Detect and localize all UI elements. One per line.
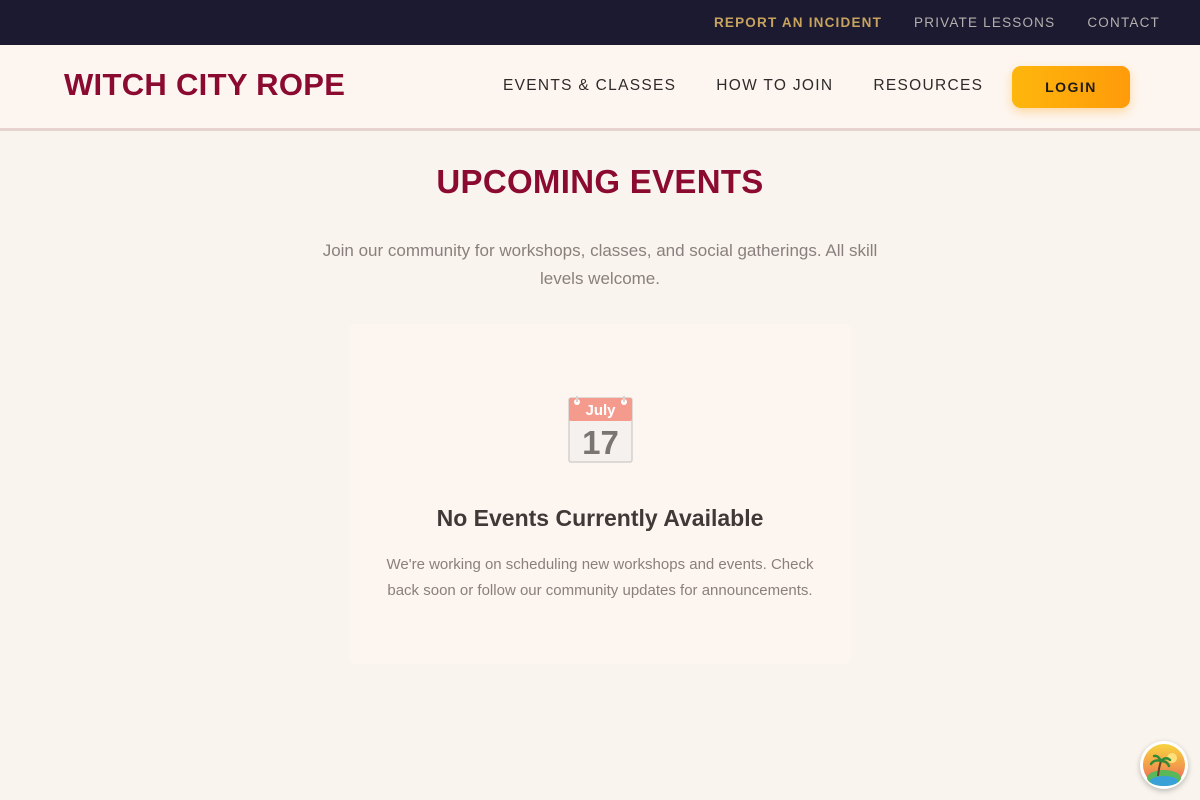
calendar-icon: July 17 [568,396,633,463]
nav-how-to-join[interactable]: HOW TO JOIN [716,77,833,95]
contact-link[interactable]: CONTACT [1087,15,1160,30]
page-title: UPCOMING EVENTS [436,163,764,200]
empty-state-text: We're working on scheduling new workshop… [386,556,814,599]
main-header: WITCH CITY ROPE EVENTS & CLASSES HOW TO … [0,45,1200,131]
empty-state-card [349,324,851,664]
report-incident-link[interactable]: REPORT AN INCIDENT [714,15,882,30]
top-utility-bar: REPORT AN INCIDENT PRIVATE LESSONS CONTA… [0,0,1200,45]
private-lessons-link[interactable]: PRIVATE LESSONS [914,15,1055,30]
login-button[interactable]: LOGIN [1012,66,1130,108]
calendar-day: 17 [582,424,619,461]
nav-resources[interactable]: RESOURCES [873,77,983,95]
empty-state-title: No Events Currently Available [436,505,764,531]
island-avatar-icon [1143,744,1185,786]
site-logo[interactable]: WITCH CITY ROPE [64,67,345,103]
calendar-month: July [585,402,616,419]
page-subtitle: Join our community for workshops, classe… [322,241,878,288]
floating-avatar-button[interactable] [1140,741,1188,789]
main-nav: EVENTS & CLASSES HOW TO JOIN RESOURCES [503,77,983,95]
nav-events-classes[interactable]: EVENTS & CLASSES [503,77,676,95]
